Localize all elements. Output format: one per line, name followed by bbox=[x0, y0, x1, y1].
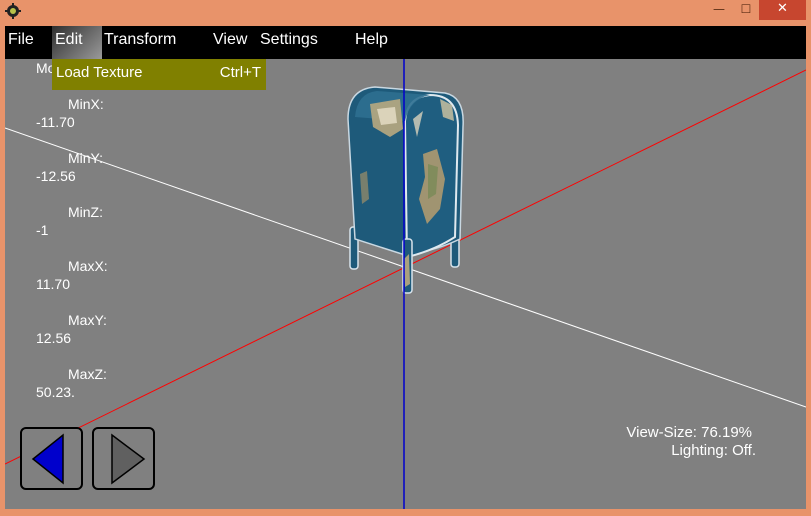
minz-label: MinZ: bbox=[68, 204, 103, 220]
lighting-status: Lighting: Off. bbox=[671, 442, 756, 459]
triangle-left-icon bbox=[31, 433, 64, 485]
triangle-right-icon bbox=[111, 433, 146, 485]
window-bottom-border bbox=[0, 509, 811, 516]
load-texture-shortcut: Ctrl+T bbox=[219, 64, 261, 81]
edit-dropdown-menu: Load Texture Ctrl+T bbox=[52, 59, 266, 90]
menu-help[interactable]: Help bbox=[352, 26, 391, 59]
maxx-label: MaxX: bbox=[68, 258, 108, 274]
maxy-value: 12.56 bbox=[36, 330, 72, 346]
menu-transform[interactable]: Transform bbox=[101, 26, 179, 59]
next-button[interactable] bbox=[92, 427, 155, 490]
previous-button[interactable] bbox=[20, 427, 83, 490]
minz-value: -1 bbox=[36, 222, 49, 238]
minimize-button[interactable]: — bbox=[706, 0, 732, 20]
menu-file[interactable]: File bbox=[5, 26, 37, 59]
title-bar: — ☐ ✕ bbox=[0, 0, 811, 26]
minx-label: MinX: bbox=[68, 96, 104, 112]
menu-settings[interactable]: Settings bbox=[257, 26, 321, 59]
maxx-value: 11.70 bbox=[36, 276, 70, 292]
maxz-label: MaxZ: bbox=[68, 366, 107, 382]
minx-value: -11.70 bbox=[36, 114, 75, 130]
menu-edit[interactable]: Edit bbox=[52, 26, 102, 59]
mailbox-model bbox=[347, 86, 464, 294]
app-icon bbox=[5, 3, 21, 19]
miny-value: -12.56 bbox=[36, 168, 76, 184]
maxy-label: MaxY: bbox=[68, 312, 107, 328]
menu-view[interactable]: View bbox=[210, 26, 250, 59]
maxz-value: 50.23. bbox=[36, 384, 75, 400]
miny-label: MinY: bbox=[68, 150, 104, 166]
close-button[interactable]: ✕ bbox=[759, 0, 806, 20]
menu-item-load-texture[interactable]: Load Texture bbox=[56, 64, 142, 81]
maximize-button[interactable]: ☐ bbox=[733, 0, 759, 20]
menu-bar: File Edit Transform View Settings Help bbox=[5, 26, 806, 59]
view-size-status: View-Size: 76.19% bbox=[626, 424, 752, 441]
